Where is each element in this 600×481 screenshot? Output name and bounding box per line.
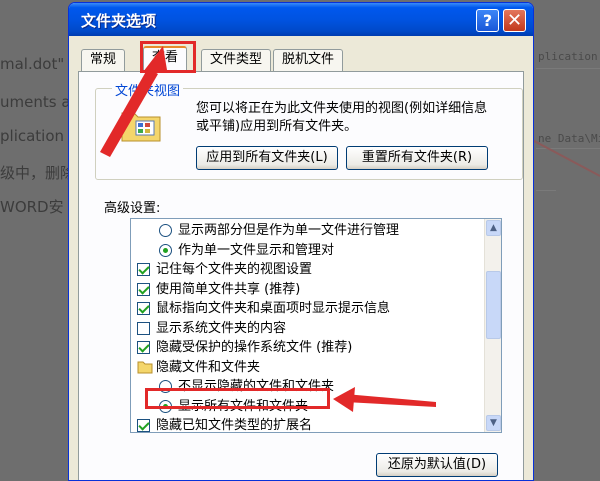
advanced-settings-tree[interactable]: 显示两部分但是作为单一文件进行管理 作为单一文件显示和管理对记住每个文件夹的视图设… (130, 218, 502, 433)
tab-file-types[interactable]: 文件类型 (201, 49, 272, 71)
vertical-scrollbar[interactable]: ▲ ▼ (484, 219, 501, 432)
restore-defaults-button[interactable]: 还原为默认值(D) (376, 453, 498, 477)
bg-text-line-5: WORD安 (0, 198, 64, 216)
help-icon[interactable]: ? (476, 9, 499, 32)
tree-item-label: 不显示隐藏的文件和文件夹 (178, 379, 335, 394)
tree-item[interactable]: 隐藏文件和文件夹 (131, 358, 481, 377)
checkbox[interactable] (137, 302, 150, 315)
tab-view[interactable]: 查看 (143, 46, 188, 72)
tree-item-label: 使用简单文件共享 (推荐) (156, 281, 301, 297)
tree-item-label: 鼠标指向文件夹和桌面项时显示提示信息 (156, 301, 391, 316)
scroll-thumb[interactable] (486, 271, 501, 339)
tree-item[interactable]: 隐藏已知文件类型的扩展名 (131, 416, 481, 433)
tree-item[interactable]: 作为单一文件显示和管理对 (131, 241, 481, 260)
radio-button[interactable] (159, 380, 172, 393)
title-bar[interactable]: 文件夹选项 ? ✕ (69, 3, 533, 36)
dialog-title: 文件夹选项 (81, 12, 157, 30)
tree-item-label: 隐藏已知文件类型的扩展名 (156, 418, 313, 433)
radio-button[interactable] (159, 224, 172, 237)
radio-button[interactable] (159, 243, 172, 257)
tree-item[interactable]: 隐藏受保护的操作系统文件 (推荐) (131, 338, 481, 357)
close-icon[interactable]: ✕ (503, 9, 526, 32)
checkbox[interactable] (137, 263, 150, 276)
scroll-down-icon[interactable]: ▼ (486, 415, 501, 431)
tab-general[interactable]: 常规 (81, 49, 126, 71)
tree-item-label: 显示所有文件和文件夹 (178, 398, 309, 414)
tree-item[interactable]: 显示系统文件夹的内容 (131, 319, 481, 338)
tab-offline-files[interactable]: 脱机文件 (273, 49, 344, 71)
tree-item-label: 隐藏文件和文件夹 (156, 359, 261, 375)
radio-button[interactable] (159, 399, 172, 413)
scroll-up-icon[interactable]: ▲ (486, 220, 501, 236)
bg-right-text-1: plication (538, 50, 598, 63)
checkbox[interactable] (137, 341, 150, 354)
tree-item[interactable]: 使用简单文件共享 (推荐) (131, 280, 481, 299)
folder-views-label: 文件夹视图 (112, 80, 184, 99)
bg-text-line-1: mal.dot" (0, 55, 65, 73)
tree-item[interactable]: 显示两部分但是作为单一文件进行管理 (131, 221, 481, 240)
bg-text-line-4: 级中，删除 (0, 164, 76, 182)
apply-to-all-folders-button[interactable]: 应用到所有文件夹(L) (196, 146, 338, 170)
tree-item-label: 显示两部分但是作为单一文件进行管理 (178, 223, 400, 238)
folder-views-description: 您可以将正在为此文件夹使用的视图(例如详细信息或平铺)应用到所有文件夹。 (196, 101, 488, 134)
folder-options-icon (120, 105, 164, 149)
checkbox[interactable] (137, 282, 150, 296)
tree-item-label: 显示系统文件夹的内容 (156, 320, 287, 336)
bg-text-line-3: plication (0, 127, 65, 145)
tree-item[interactable]: 鼠标指向文件夹和桌面项时显示提示信息 (131, 299, 481, 318)
tree-item[interactable]: 记住每个文件夹的视图设置 (131, 260, 481, 279)
bg-right-text-2: ne Data\Mic (538, 132, 600, 145)
checkbox[interactable] (137, 321, 150, 335)
bg-text-line-2: uments a (0, 93, 71, 111)
checkbox[interactable] (137, 419, 150, 432)
tree-item-label: 隐藏受保护的操作系统文件 (推荐) (156, 340, 353, 355)
bg-rule (536, 190, 556, 191)
tree-item-label: 记住每个文件夹的视图设置 (156, 262, 313, 277)
reset-all-folders-button[interactable]: 重置所有文件夹(R) (346, 146, 488, 170)
bg-rule (536, 68, 600, 69)
tree-item[interactable]: 显示所有文件和文件夹 (131, 397, 481, 416)
advanced-settings-label: 高级设置: (104, 201, 161, 216)
tree-item[interactable]: 不显示隐藏的文件和文件夹 (131, 377, 481, 396)
tree-item-label: 作为单一文件显示和管理对 (178, 242, 335, 258)
